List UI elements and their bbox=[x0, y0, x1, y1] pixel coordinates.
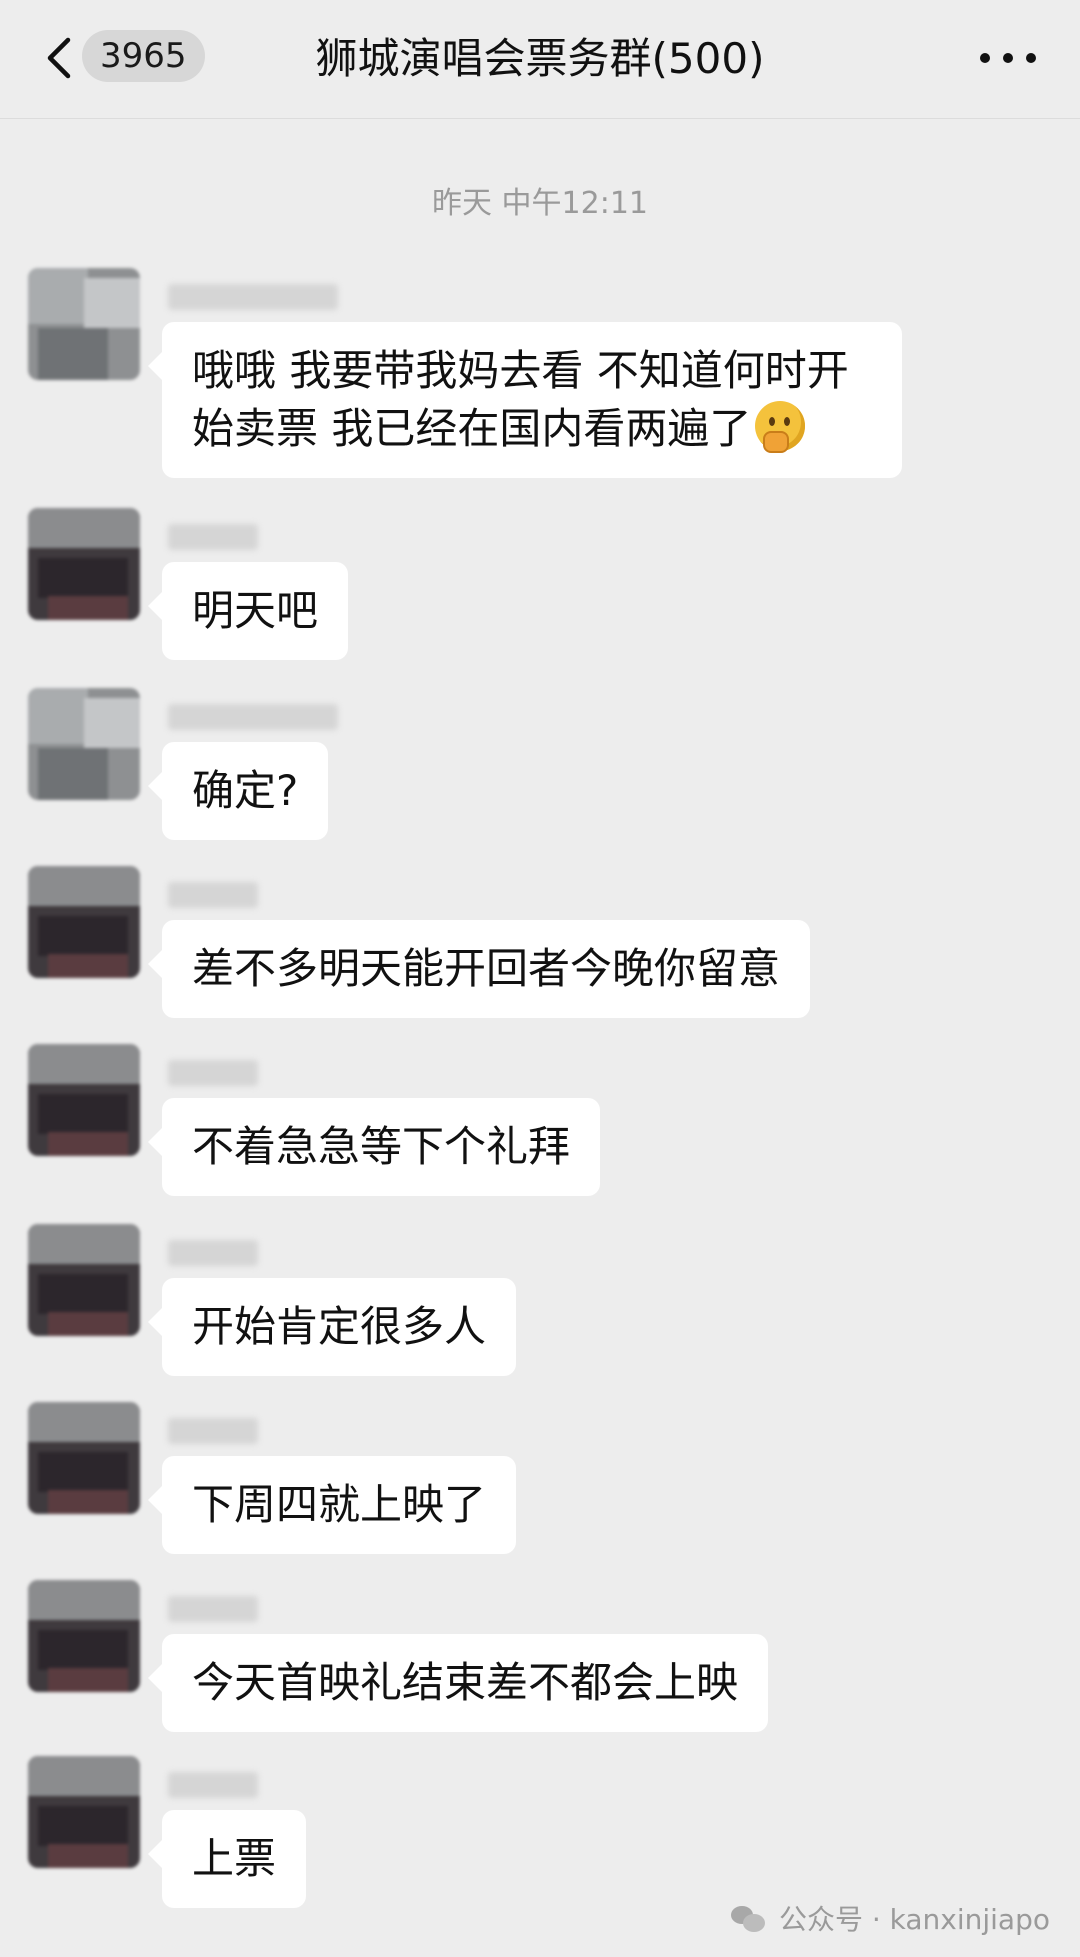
message-bubble[interactable]: 今天首映礼结束差不都会上映 bbox=[147, 1634, 769, 1732]
message-text: 差不多明天能开回者今晚你留意 bbox=[192, 944, 781, 993]
watermark: 公众号 · kanxinjiapo bbox=[730, 1898, 1050, 1938]
sender-name-blurred bbox=[168, 1596, 258, 1622]
avatar[interactable] bbox=[28, 1402, 140, 1514]
message-bubble[interactable]: 明天吧 bbox=[147, 562, 349, 660]
sender-name-blurred bbox=[168, 1060, 258, 1086]
sender-name-blurred bbox=[168, 524, 258, 550]
message-bubble[interactable]: 差不多明天能开回者今晚你留意 bbox=[147, 920, 811, 1018]
chat-header: 3965 狮城演唱会票务群(500) bbox=[0, 0, 1080, 119]
avatar[interactable] bbox=[28, 268, 140, 380]
sender-name-blurred bbox=[168, 882, 258, 908]
message-bubble[interactable]: 确定? bbox=[147, 742, 329, 840]
avatar[interactable] bbox=[28, 688, 140, 800]
message-bubble[interactable]: 上票 bbox=[147, 1810, 307, 1908]
more-options-icon[interactable] bbox=[980, 50, 1036, 66]
message-bubble[interactable]: 下周四就上映了 bbox=[147, 1456, 517, 1554]
avatar[interactable] bbox=[28, 1756, 140, 1868]
sender-name-blurred bbox=[168, 1240, 258, 1266]
message-bubble[interactable]: 开始肯定很多人 bbox=[147, 1278, 517, 1376]
watermark-text: 公众号 · kanxinjiapo bbox=[778, 1903, 1050, 1936]
message-bubble[interactable]: 哦哦 我要带我妈去看 不知道何时开始卖票 我已经在国内看两遍了 bbox=[148, 322, 902, 478]
message-text: 确定? bbox=[192, 766, 299, 815]
chat-title: 狮城演唱会票务群(500) bbox=[315, 34, 765, 83]
message-text: 不着急急等下个礼拜 bbox=[192, 1122, 571, 1171]
avatar[interactable] bbox=[28, 866, 140, 978]
avatar[interactable] bbox=[28, 508, 140, 620]
unread-count-badge[interactable]: 3965 bbox=[82, 30, 205, 82]
sender-name-blurred bbox=[168, 1772, 258, 1798]
message-text: 上票 bbox=[192, 1834, 277, 1883]
wechat-icon bbox=[730, 1904, 767, 1932]
sender-name-blurred bbox=[168, 1418, 258, 1444]
thinking-face-icon bbox=[755, 401, 806, 453]
message-text: 明天吧 bbox=[192, 586, 319, 635]
avatar[interactable] bbox=[28, 1224, 140, 1336]
message-text: 下周四就上映了 bbox=[192, 1480, 487, 1529]
sender-name-blurred bbox=[168, 284, 338, 310]
message-text: 今天首映礼结束差不都会上映 bbox=[192, 1658, 739, 1707]
avatar[interactable] bbox=[28, 1044, 140, 1156]
message-bubble[interactable]: 不着急急等下个礼拜 bbox=[147, 1098, 601, 1196]
sender-name-blurred bbox=[168, 704, 338, 730]
message-text: 开始肯定很多人 bbox=[192, 1302, 487, 1351]
message-timestamp: 昨天 中午12:11 bbox=[432, 186, 648, 221]
message-text: 哦哦 我要带我妈去看 不知道何时开始卖票 我已经在国内看两遍了 bbox=[192, 346, 849, 453]
back-icon[interactable] bbox=[40, 34, 80, 82]
avatar[interactable] bbox=[28, 1580, 140, 1692]
